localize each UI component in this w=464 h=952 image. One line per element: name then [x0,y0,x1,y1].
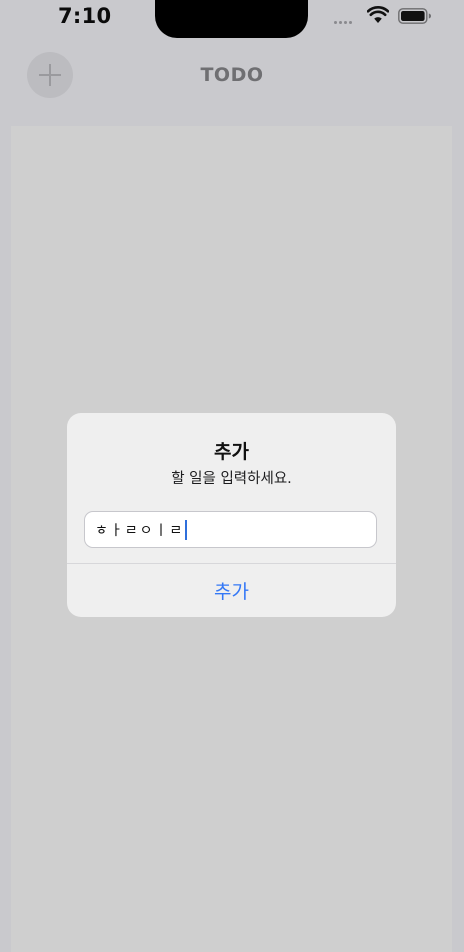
battery-icon [398,8,431,24]
todo-input-value: ㅎㅏㄹㅇㅣㄹ [95,522,185,539]
wifi-icon [367,6,389,23]
dynamic-island [155,0,308,38]
nav-title: TODO [200,64,264,86]
cellular-signal-icon [334,21,352,24]
nav-bar: TODO [0,50,464,126]
status-bar: 7:10 [0,0,464,50]
text-cursor [185,519,188,540]
add-todo-dialog: 추가 할 일을 입력하세요. ㅎㅏㄹㅇㅣㄹ 추가 [67,413,396,617]
status-time: 7:10 [58,4,112,28]
dialog-title: 추가 [214,441,249,463]
todo-input[interactable]: ㅎㅏㄹㅇㅣㄹ [84,511,377,548]
dialog-message: 할 일을 입력하세요. [171,471,292,487]
add-confirm-button[interactable]: 추가 [67,564,396,617]
